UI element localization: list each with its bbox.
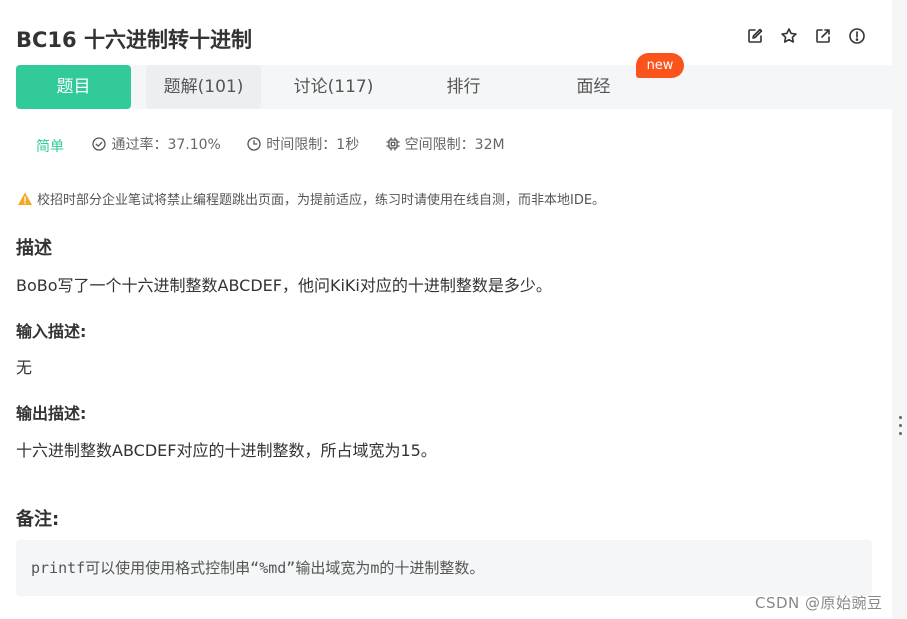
notice-text: 校招时部分企业笔试将禁止编程题跳出页面，为提前适应，练习时请使用在线自测，而非本… <box>37 193 606 208</box>
exam-notice: 校招时部分企业笔试将禁止编程题跳出页面，为提前适应，练习时请使用在线自测，而非本… <box>17 189 605 208</box>
memory-limit-text: 空间限制：32M <box>404 137 505 153</box>
problem-meta: 简单 通过率：37.10% 时间限制：1秒 空间限制：32M <box>36 134 527 155</box>
input-heading: 输入描述: <box>16 322 87 341</box>
memory-limit: 空间限制：32M <box>386 134 505 154</box>
note-codebox: printf可以使用使用格式控制串“%md”输出域宽为m的十进制整数。 <box>16 540 872 596</box>
watermark: CSDN @原始豌豆 <box>755 594 883 612</box>
warning-icon <box>18 192 32 205</box>
pass-rate: 通过率：37.10% <box>92 134 221 154</box>
info-icon[interactable] <box>848 27 866 45</box>
share-icon[interactable] <box>814 27 832 45</box>
output-text: 十六进制整数ABCDEF对应的十进制整数，所占域宽为15。 <box>16 441 437 460</box>
pass-rate-text: 通过率：37.10% <box>111 137 221 153</box>
tab-solutions[interactable]: 题解(101) <box>146 65 261 109</box>
star-icon[interactable] <box>780 27 798 45</box>
tab-problem[interactable]: 题目 <box>16 65 131 109</box>
page-title: BC16 十六进制转十进制 <box>16 28 252 52</box>
problem-panel: BC16 十六进制转十进制 题目 题解(101) 讨论(117) 排行 面经 n… <box>0 0 892 619</box>
input-text: 无 <box>16 358 33 377</box>
description-text: BoBo写了一个十六进制整数ABCDEF，他问KiKi对应的十进制整数是多少。 <box>16 276 552 295</box>
tab-discussion[interactable]: 讨论(117) <box>276 65 391 109</box>
note-heading: 备注: <box>16 509 60 530</box>
tab-bar: 题目 题解(101) 讨论(117) 排行 面经 <box>16 65 892 109</box>
clock-icon <box>247 137 261 151</box>
time-limit: 时间限制：1秒 <box>247 134 359 154</box>
more-options-icon[interactable] <box>897 416 903 438</box>
edit-icon[interactable] <box>746 27 764 45</box>
note-code: printf可以使用使用格式控制串“%md”输出域宽为m的十进制整数。 <box>31 559 485 577</box>
tab-ranking[interactable]: 排行 <box>406 65 521 109</box>
chip-icon <box>386 137 400 151</box>
title-actions <box>746 27 866 45</box>
tab-interview[interactable]: 面经 <box>536 65 651 109</box>
difficulty-label: 简单 <box>36 139 64 155</box>
new-badge: new <box>636 53 684 78</box>
description-heading: 描述 <box>16 238 52 259</box>
check-circle-icon <box>92 137 107 151</box>
output-heading: 输出描述: <box>16 404 87 423</box>
time-limit-text: 时间限制：1秒 <box>266 137 360 153</box>
